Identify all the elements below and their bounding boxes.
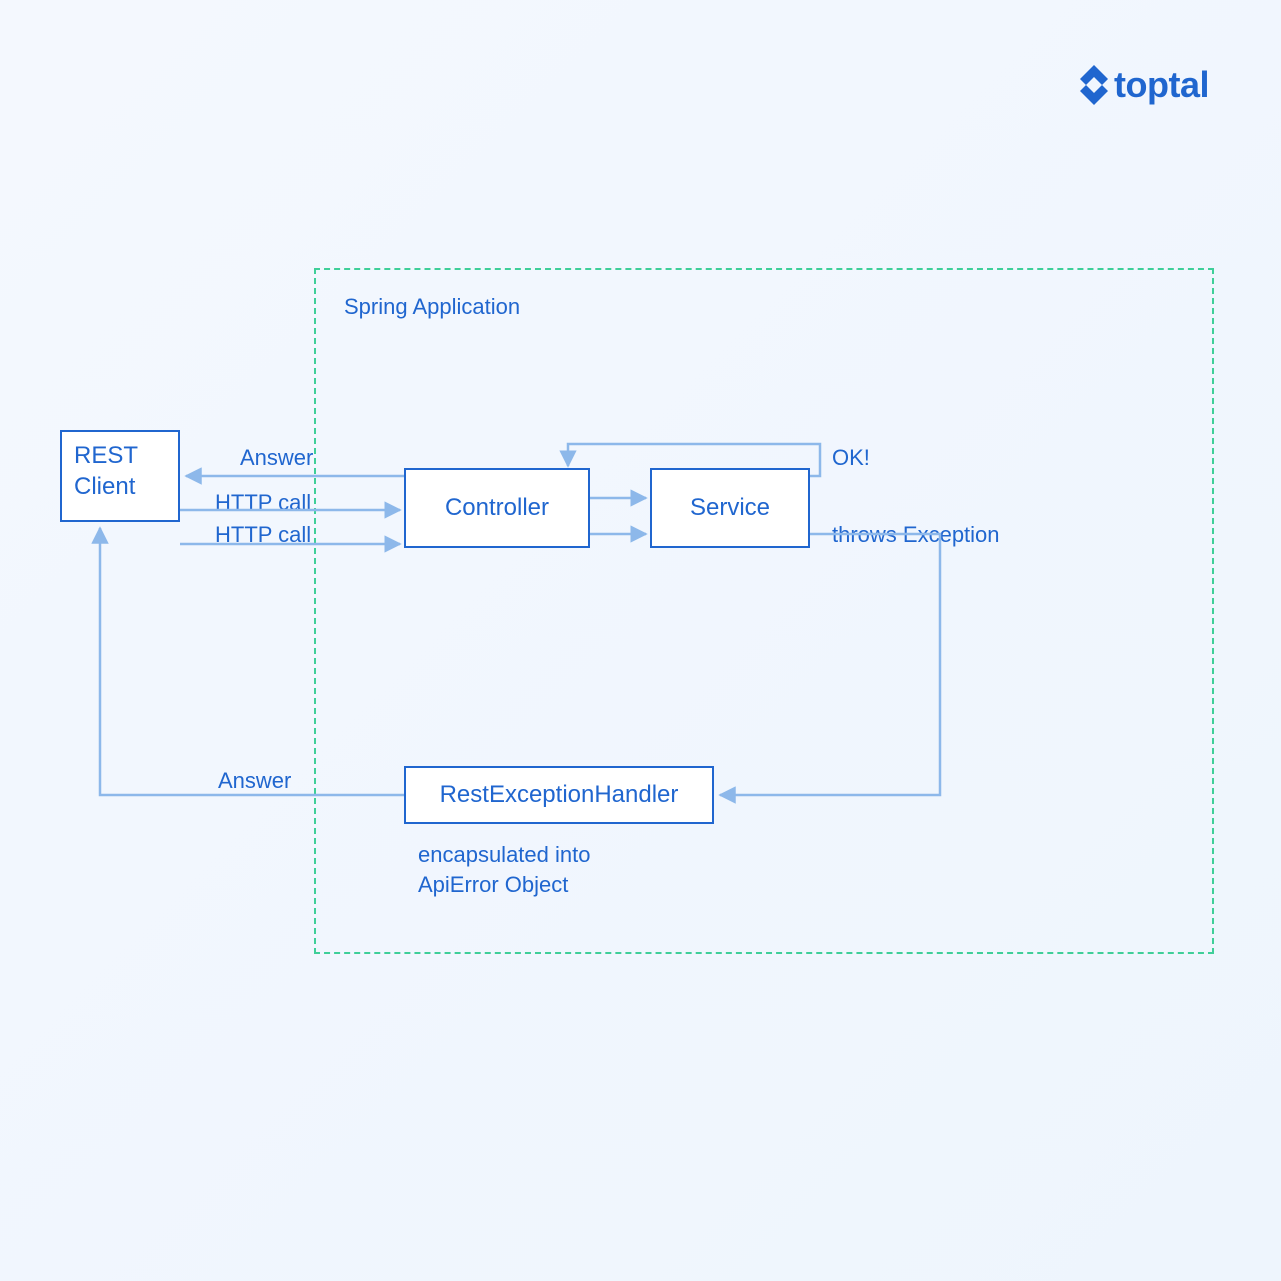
edge-throws: throws Exception (832, 522, 1000, 548)
node-handler: RestExceptionHandler (404, 766, 714, 824)
brand-name: toptal (1114, 64, 1209, 106)
container-title: Spring Application (344, 294, 520, 320)
node-controller: Controller (404, 468, 590, 548)
node-rest-client-label: REST Client (74, 440, 138, 502)
edge-http-call-1: HTTP call (215, 490, 311, 516)
edge-http-call-2: HTTP call (215, 522, 311, 548)
node-controller-label: Controller (445, 492, 549, 523)
node-service-label: Service (690, 492, 770, 523)
node-handler-label: RestExceptionHandler (440, 779, 679, 810)
edge-ok: OK! (832, 445, 870, 471)
node-rest-client: REST Client (60, 430, 180, 522)
brand-logo: toptal (1080, 64, 1209, 106)
toptal-icon (1080, 65, 1108, 105)
edge-answer-top: Answer (240, 445, 313, 471)
edge-answer-bottom: Answer (218, 768, 291, 794)
edge-encapsulated: encapsulated into ApiError Object (418, 840, 678, 899)
node-service: Service (650, 468, 810, 548)
